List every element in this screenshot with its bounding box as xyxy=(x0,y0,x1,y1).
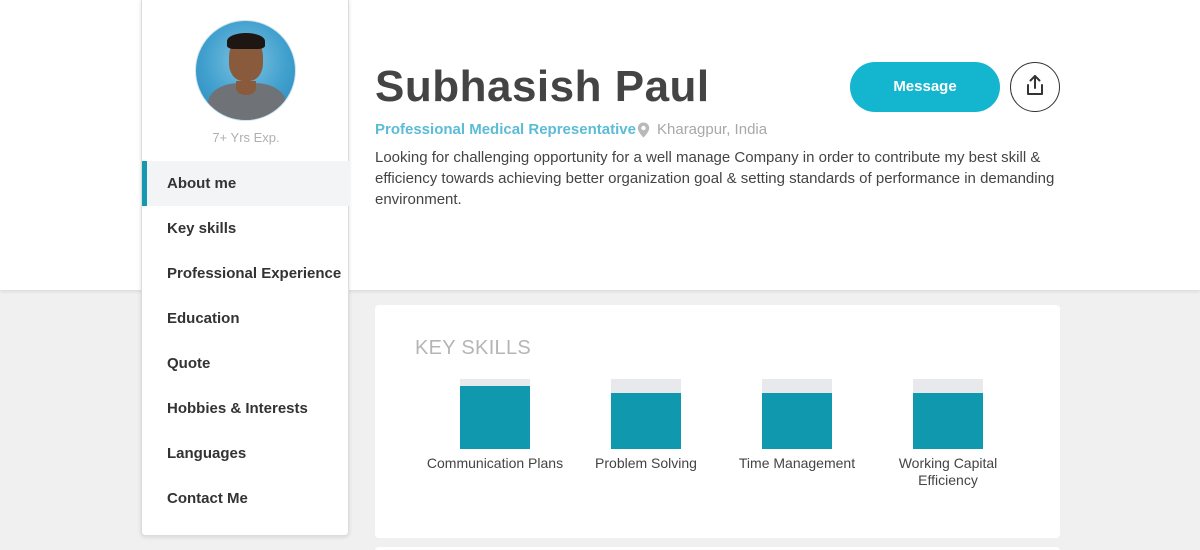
sidebar-nav: About me Key skills Professional Experie… xyxy=(142,161,350,521)
sidebar-item-professional-experience[interactable]: Professional Experience xyxy=(142,251,350,296)
skill-item: Problem Solving xyxy=(566,379,726,472)
skill-bar-track xyxy=(913,379,983,449)
sidebar-item-contact-me[interactable]: Contact Me xyxy=(142,476,350,521)
skill-bar-track xyxy=(460,379,530,449)
location-text: Kharagpur, India xyxy=(657,121,768,138)
skill-label: Problem Solving xyxy=(595,455,697,471)
sidebar-item-about-me[interactable]: About me xyxy=(142,161,350,206)
key-skills-title: KEY SKILLS xyxy=(415,337,532,359)
skill-label: Time Management xyxy=(738,455,856,471)
sidebar-item-key-skills[interactable]: Key skills xyxy=(142,206,350,251)
skill-bar-fill xyxy=(611,393,681,449)
profile-about: Looking for challenging opportunity for … xyxy=(375,149,1055,208)
skill-bar-track xyxy=(762,379,832,449)
skill-bar-fill xyxy=(913,393,983,449)
sidebar: 7+ Yrs Exp. About me Key skills Professi… xyxy=(141,0,350,536)
sidebar-item-quote[interactable]: Quote xyxy=(142,341,350,386)
profile-location: Kharagpur, India xyxy=(637,121,767,138)
profile-role: Professional Medical Representative xyxy=(375,121,636,138)
experience-label: 7+ Yrs Exp. xyxy=(212,130,280,145)
skill-item: Working Capital Efficiency xyxy=(868,379,1028,489)
sidebar-item-languages[interactable]: Languages xyxy=(142,431,350,476)
skill-bar-fill xyxy=(460,386,530,449)
skill-bar-track xyxy=(611,379,681,449)
skill-bar-fill xyxy=(762,393,832,449)
skill-item: Time Management xyxy=(717,379,877,472)
sidebar-item-hobbies-interests[interactable]: Hobbies & Interests xyxy=(142,386,350,431)
avatar xyxy=(195,20,296,121)
sidebar-item-education[interactable]: Education xyxy=(142,296,350,341)
message-button[interactable]: Message xyxy=(850,62,1000,112)
share-upload-icon xyxy=(1025,74,1045,101)
skill-item: Communication Plans xyxy=(415,379,575,472)
profile-name: Subhasish Paul xyxy=(375,62,710,111)
skill-label: Communication Plans xyxy=(426,455,564,471)
skill-label: Working Capital Efficiency xyxy=(898,455,998,488)
location-pin-icon xyxy=(637,122,650,138)
key-skills-card: KEY SKILLS Communication Plans Problem S… xyxy=(375,305,1060,538)
share-button[interactable] xyxy=(1010,62,1060,112)
